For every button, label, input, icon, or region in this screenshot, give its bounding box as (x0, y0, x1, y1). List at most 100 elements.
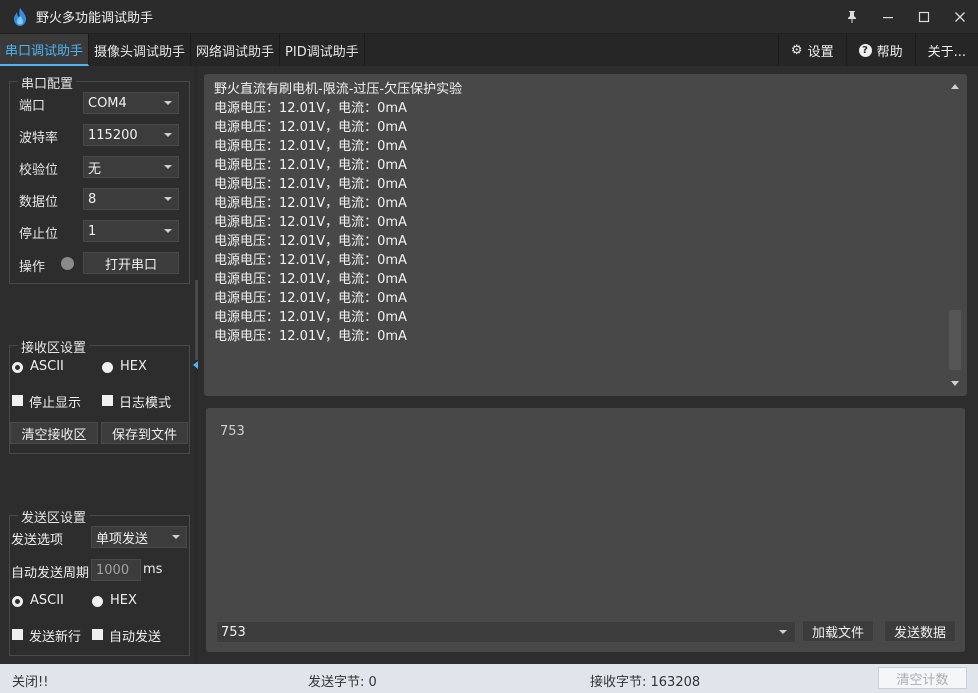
send-newline-label: 发送新行 (29, 630, 82, 645)
recv-ascii-radio[interactable] (12, 362, 23, 373)
receive-line: 电源电压：12.01V，电流：0mA (214, 120, 407, 135)
send-option-select[interactable]: 单项发送 (91, 526, 187, 548)
serial-config-title: 串口配置 (18, 73, 77, 92)
receive-line: 电源电压：12.01V，电流：0mA (214, 196, 407, 211)
receive-line: 电源电压：12.01V，电流：0mA (214, 215, 407, 230)
parity-value: 无 (88, 161, 102, 177)
about-button[interactable]: 关于... (914, 34, 978, 66)
receive-line: 电源电压：12.01V，电流：0mA (214, 272, 407, 287)
log-mode-label: 日志模式 (119, 396, 172, 411)
recv-ascii-label: ASCII (30, 359, 64, 374)
send-history-select[interactable]: 753 (216, 621, 796, 643)
pin-icon[interactable] (834, 0, 870, 34)
settings-button[interactable]: ⚙ 设置 (777, 34, 846, 66)
receive-line: 电源电压：12.01V，电流：0mA (214, 139, 407, 154)
tab-network[interactable]: 网络调试助手 (191, 34, 281, 66)
help-button[interactable]: ? 帮助 (845, 34, 915, 66)
tab-camera[interactable]: 摄像头调试助手 (89, 34, 192, 66)
open-port-button[interactable]: 打开串口 (83, 252, 179, 274)
send-option-value: 单项发送 (96, 531, 149, 547)
title-bar: 野火多功能调试助手 (0, 0, 978, 34)
send-newline-checkbox[interactable] (12, 629, 23, 640)
recv-hex-radio[interactable] (102, 362, 113, 373)
baud-value: 115200 (88, 127, 138, 143)
clear-count-button[interactable]: 清空计数 (878, 667, 967, 689)
collapse-arrow-icon[interactable] (193, 361, 198, 369)
chevron-down-icon (164, 229, 172, 233)
send-settings-title: 发送区设置 (18, 507, 90, 526)
maximize-icon[interactable] (906, 0, 942, 34)
stop-display-checkbox[interactable] (12, 395, 23, 406)
receive-line: 电源电压：12.01V，电流：0mA (214, 310, 407, 325)
chevron-down-icon (779, 630, 787, 634)
recv-settings-title: 接收区设置 (18, 337, 90, 356)
receive-line: 电源电压：12.01V，电流：0mA (214, 291, 407, 306)
gear-icon: ⚙ (790, 42, 803, 58)
period-unit: ms (143, 562, 163, 577)
left-panel-scrollbar[interactable] (195, 280, 198, 360)
send-ascii-radio[interactable] (12, 596, 23, 607)
baud-label: 波特率 (19, 131, 59, 146)
tab-bar: 串口调试助手 摄像头调试助手 网络调试助手 PID调试助手 ⚙ 设置 ? 帮助 … (0, 34, 978, 66)
send-hex-radio[interactable] (92, 596, 103, 607)
receive-line: 电源电压：12.01V，电流：0mA (214, 177, 407, 192)
port-status-led (61, 257, 74, 270)
chevron-down-icon (164, 101, 172, 105)
receive-line: 电源电压：12.01V，电流：0mA (214, 158, 407, 173)
auto-send-checkbox[interactable] (92, 629, 103, 640)
send-text[interactable]: 753 (220, 424, 245, 439)
baud-select[interactable]: 115200 (83, 124, 179, 146)
port-label: 端口 (19, 99, 46, 114)
help-label: 帮助 (876, 44, 903, 60)
received-bytes: 接收字节: 163208 (590, 675, 701, 690)
receive-text: 野火直流有刷电机-限流-过压-欠压保护实验 电源电压：12.01V，电流：0mA… (214, 80, 943, 346)
receive-area[interactable]: 野火直流有刷电机-限流-过压-欠压保护实验 电源电压：12.01V，电流：0mA… (204, 74, 967, 396)
help-icon: ? (858, 43, 872, 57)
chevron-down-icon (164, 197, 172, 201)
receive-line: 电源电压：12.01V，电流：0mA (214, 329, 407, 344)
port-select[interactable]: COM4 (83, 92, 179, 114)
status-bar: 关闭!! 发送字节: 0 接收字节: 163208 清空计数 (0, 664, 978, 693)
receive-line: 电源电压：12.01V，电流：0mA (214, 234, 407, 249)
stopbits-select[interactable]: 1 (83, 220, 179, 242)
scroll-thumb[interactable] (949, 310, 961, 370)
databits-value: 8 (88, 191, 97, 207)
chevron-down-icon (164, 133, 172, 137)
period-label: 自动发送周期 (11, 566, 90, 581)
parity-label: 校验位 (19, 163, 59, 178)
period-input[interactable]: 1000 (91, 559, 141, 581)
send-ascii-label: ASCII (30, 593, 64, 608)
recv-hex-label: HEX (120, 359, 147, 374)
send-history-value: 753 (221, 624, 246, 640)
clear-recv-button[interactable]: 清空接收区 (10, 422, 98, 444)
databits-select[interactable]: 8 (83, 188, 179, 210)
tab-serial[interactable]: 串口调试助手 (0, 34, 90, 66)
stop-display-label: 停止显示 (29, 396, 82, 411)
stopbits-label: 停止位 (19, 227, 59, 242)
load-file-button[interactable]: 加载文件 (802, 620, 874, 642)
sent-bytes: 发送字节: 0 (308, 675, 377, 690)
send-option-label: 发送选项 (11, 533, 64, 548)
log-mode-checkbox[interactable] (102, 395, 113, 406)
scroll-down-icon[interactable] (951, 381, 959, 386)
tab-pid[interactable]: PID调试助手 (280, 34, 365, 66)
port-state: 关闭!! (12, 675, 49, 690)
close-icon[interactable] (942, 0, 978, 34)
receive-line: 电源电压：12.01V，电流：0mA (214, 253, 407, 268)
app-flame-icon (14, 7, 26, 26)
send-data-button[interactable]: 发送数据 (884, 620, 956, 642)
receive-line: 野火直流有刷电机-限流-过压-欠压保护实验 (214, 82, 463, 97)
minimize-icon[interactable] (870, 0, 906, 34)
port-value: COM4 (88, 95, 127, 111)
scroll-up-icon[interactable] (951, 84, 959, 89)
operation-label: 操作 (19, 260, 46, 275)
period-value: 1000 (96, 562, 130, 578)
send-hex-label: HEX (110, 593, 137, 608)
send-area[interactable]: 753 753 加载文件 发送数据 (206, 408, 965, 652)
auto-send-label: 自动发送 (109, 630, 162, 645)
receive-scrollbar[interactable] (949, 80, 961, 390)
databits-label: 数据位 (19, 195, 59, 210)
save-to-file-button[interactable]: 保存到文件 (101, 422, 188, 444)
parity-select[interactable]: 无 (83, 156, 179, 178)
window-title: 野火多功能调试助手 (36, 11, 154, 26)
